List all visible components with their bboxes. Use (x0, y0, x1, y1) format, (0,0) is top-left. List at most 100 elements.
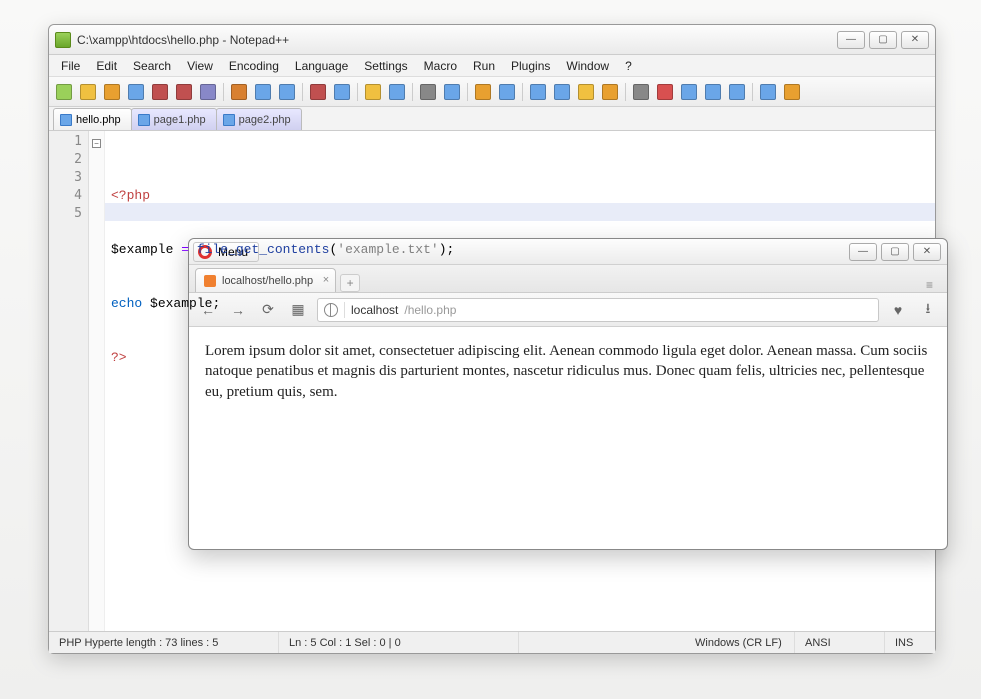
doc-tab-label: page1.php (154, 114, 206, 126)
toggle-panel-button[interactable] (757, 81, 779, 103)
url-host: localhost (351, 303, 398, 317)
menu-view[interactable]: View (179, 57, 221, 75)
doc-tab[interactable]: page1.php (131, 108, 217, 130)
play-macro-button[interactable] (654, 81, 676, 103)
doc-tab[interactable]: page2.php (216, 108, 302, 130)
close-all-button[interactable] (173, 81, 195, 103)
file-icon (138, 114, 150, 126)
record-macro-button[interactable] (630, 81, 652, 103)
doc-tab-label: hello.php (76, 114, 121, 126)
stop-macro-icon (681, 84, 697, 100)
print-button[interactable] (197, 81, 219, 103)
line-number: 2 (49, 151, 82, 169)
maximize-button[interactable]: ▢ (869, 31, 897, 49)
folder-button[interactable] (599, 81, 621, 103)
open-file-icon (80, 84, 96, 100)
status-insert-mode[interactable]: INS (885, 632, 935, 653)
toggle-panel-icon (760, 84, 776, 100)
menu-edit[interactable]: Edit (88, 57, 125, 75)
bookmark-heart-button[interactable]: ♥ (887, 299, 909, 321)
close-button[interactable]: ✕ (901, 31, 929, 49)
opera-tab[interactable]: localhost/hello.php × (195, 268, 336, 292)
open-file-button[interactable] (77, 81, 99, 103)
opera-window-controls: — ▢ ✕ (849, 243, 947, 261)
reload-button[interactable]: ⟳ (257, 299, 279, 321)
save-all-button[interactable] (125, 81, 147, 103)
save-macro-icon (729, 84, 745, 100)
notepad-menubar: FileEditSearchViewEncodingLanguageSettin… (49, 55, 935, 77)
fold-column[interactable]: − (89, 131, 105, 631)
notepad-title: C:\xampp\htdocs\hello.php - Notepad++ (77, 33, 837, 47)
menu-settings[interactable]: Settings (356, 57, 415, 75)
undo-button[interactable] (307, 81, 329, 103)
menu-plugins[interactable]: Plugins (503, 57, 558, 75)
show-all-icon (554, 84, 570, 100)
sync-h-button[interactable] (496, 81, 518, 103)
status-doc-info: PHP Hyperte length : 73 lines : 5 (49, 632, 279, 653)
play-multi-button[interactable] (702, 81, 724, 103)
menu-language[interactable]: Language (287, 57, 356, 75)
close-button[interactable]: ✕ (913, 243, 941, 261)
menu-encoding[interactable]: Encoding (221, 57, 287, 75)
code-token: ?> (111, 350, 127, 365)
url-path: /hello.php (404, 303, 456, 317)
doc-tab[interactable]: hello.php (53, 108, 132, 130)
opera-tab-label: localhost/hello.php (222, 275, 313, 287)
status-eol[interactable]: Windows (CR LF) (685, 632, 795, 653)
save-file-button[interactable] (101, 81, 123, 103)
minimize-button[interactable]: — (849, 243, 877, 261)
indent-guide-button[interactable] (575, 81, 597, 103)
stop-macro-button[interactable] (678, 81, 700, 103)
minimize-button[interactable]: — (837, 31, 865, 49)
speed-dial-button[interactable]: ▦ (287, 299, 309, 321)
code-token: 'example.txt' (337, 242, 438, 257)
close-file-button[interactable] (149, 81, 171, 103)
cut-button[interactable] (228, 81, 250, 103)
show-all-button[interactable] (551, 81, 573, 103)
new-tab-button[interactable]: + (340, 274, 360, 292)
zoom-out-button[interactable] (441, 81, 463, 103)
word-wrap-button[interactable] (527, 81, 549, 103)
menu-window[interactable]: Window (558, 57, 617, 75)
sync-v-button[interactable] (472, 81, 494, 103)
code-token: $example (150, 296, 212, 311)
line-number-gutter: 12345 (49, 131, 89, 631)
save-macro-button[interactable] (726, 81, 748, 103)
line-number: 3 (49, 169, 82, 187)
notepad-titlebar[interactable]: C:\xampp\htdocs\hello.php - Notepad++ — … (49, 25, 935, 55)
zoom-in-icon (420, 84, 436, 100)
menu-file[interactable]: File (53, 57, 88, 75)
status-encoding[interactable]: ANSI (795, 632, 885, 653)
doc-map-button[interactable] (781, 81, 803, 103)
page-content[interactable]: Lorem ipsum dolor sit amet, consectetuer… (189, 327, 947, 549)
menu-search[interactable]: Search (125, 57, 179, 75)
opera-tab-strip: localhost/hello.php × + ≡ (189, 265, 947, 293)
replace-button[interactable] (386, 81, 408, 103)
downloads-button[interactable]: ⭳ (917, 299, 939, 321)
menu-macro[interactable]: Macro (416, 57, 465, 75)
address-bar[interactable]: localhost/hello.php (317, 298, 879, 322)
copy-button[interactable] (252, 81, 274, 103)
file-icon (60, 114, 72, 126)
menu-help[interactable]: ? (617, 57, 640, 75)
paste-button[interactable] (276, 81, 298, 103)
maximize-button[interactable]: ▢ (881, 243, 909, 261)
close-all-icon (176, 84, 192, 100)
toolbar-separator (625, 83, 626, 101)
redo-button[interactable] (331, 81, 353, 103)
status-cursor-pos: Ln : 5 Col : 1 Sel : 0 | 0 (279, 632, 519, 653)
file-icon (223, 114, 235, 126)
code-token: $example (111, 242, 173, 257)
find-button[interactable] (362, 81, 384, 103)
fold-toggle-icon[interactable]: − (92, 139, 101, 148)
close-file-icon (152, 84, 168, 100)
toolbar-separator (302, 83, 303, 101)
code-token: file_get_contents (197, 242, 330, 257)
forward-button[interactable]: → (227, 299, 249, 321)
menu-run[interactable]: Run (465, 57, 503, 75)
new-file-button[interactable] (53, 81, 75, 103)
paste-icon (279, 84, 295, 100)
tab-menu-icon[interactable]: ≡ (926, 278, 941, 292)
tab-close-icon[interactable]: × (323, 274, 329, 286)
zoom-in-button[interactable] (417, 81, 439, 103)
